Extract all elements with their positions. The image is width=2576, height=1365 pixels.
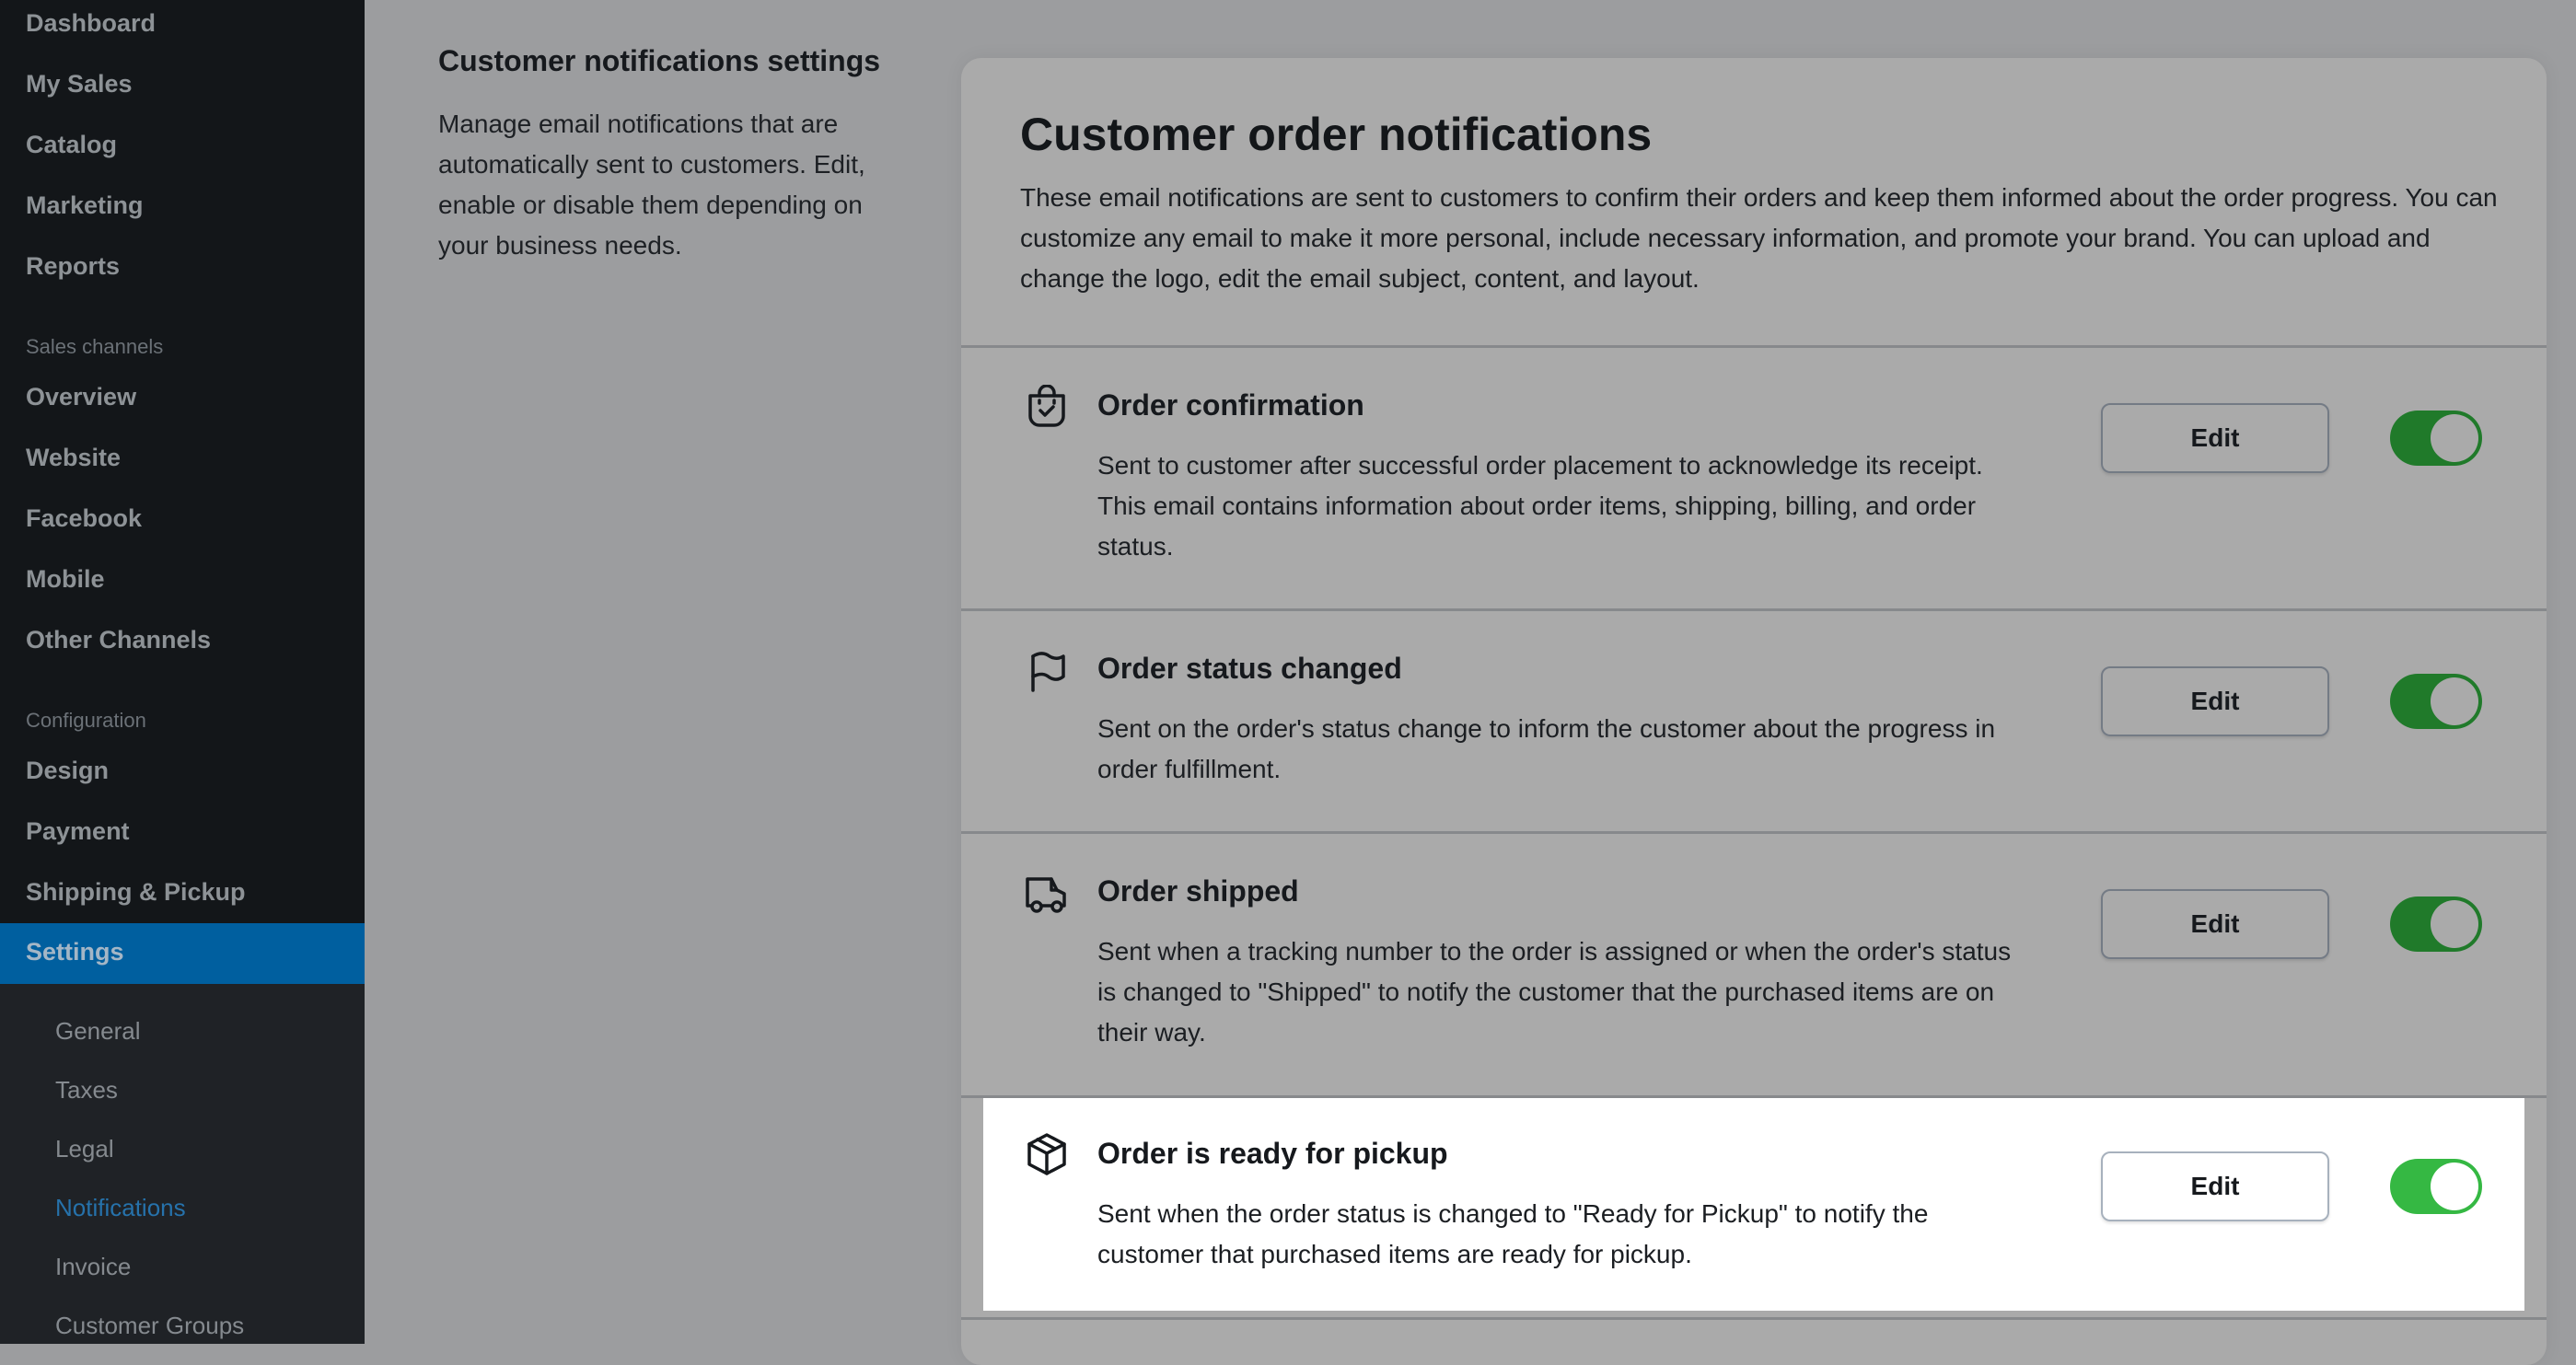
notification-description: Sent to customer after successful order … [1097, 451, 1983, 561]
toggle-knob [2431, 1163, 2478, 1210]
settings-subnav: General Taxes Legal Notifications Invoic… [0, 984, 365, 1344]
box-icon [1024, 1131, 1070, 1177]
sidebar-item-overview[interactable]: Overview [26, 383, 136, 411]
notification-title: Order status changed [1097, 652, 1402, 685]
sidebar-item-shipping-pickup[interactable]: Shipping & Pickup [26, 878, 246, 907]
shopping-bag-check-icon [1024, 385, 1070, 431]
subnav-item-taxes[interactable]: Taxes [55, 1076, 118, 1105]
notification-row-order-shipped: Order shipped Sent when a tracking numbe… [961, 834, 2547, 1095]
subnav-item-invoice[interactable]: Invoice [55, 1253, 131, 1281]
sidebar-item-my-sales[interactable]: My Sales [26, 70, 133, 98]
sidebar-item-reports[interactable]: Reports [26, 252, 120, 281]
truck-icon [1024, 871, 1070, 917]
enable-toggle[interactable] [2390, 1159, 2482, 1214]
subnav-item-general[interactable]: General [55, 1017, 141, 1046]
sidebar-item-other-channels[interactable]: Other Channels [26, 626, 211, 654]
section-description: Manage email notifications that are auto… [438, 110, 865, 260]
sidebar-item-design[interactable]: Design [26, 757, 109, 785]
enable-toggle[interactable] [2390, 411, 2482, 466]
sidebar-item-payment[interactable]: Payment [26, 817, 130, 846]
sidebar: Dashboard My Sales Catalog Marketing Rep… [0, 0, 365, 1344]
sidebar-item-website[interactable]: Website [26, 444, 121, 472]
flag-icon [1024, 648, 1070, 694]
toggle-knob [2431, 677, 2478, 725]
sidebar-section-configuration: Configuration [26, 709, 146, 732]
card-description: These email notifications are sent to cu… [1020, 183, 2498, 293]
subnav-item-legal[interactable]: Legal [55, 1135, 114, 1163]
notification-description: Sent when the order status is changed to… [1097, 1199, 1929, 1268]
sidebar-item-settings[interactable]: Settings [0, 923, 365, 984]
sidebar-item-catalog[interactable]: Catalog [26, 131, 117, 159]
sidebar-item-mobile[interactable]: Mobile [26, 565, 105, 594]
notification-row-order-confirmation: Order confirmation Sent to customer afte… [961, 348, 2547, 608]
sidebar-item-dashboard[interactable]: Dashboard [26, 9, 156, 38]
notification-title: Order is ready for pickup [1097, 1137, 1448, 1170]
subnav-item-notifications[interactable]: Notifications [55, 1194, 186, 1222]
enable-toggle[interactable] [2390, 897, 2482, 952]
sidebar-item-marketing[interactable]: Marketing [26, 191, 144, 220]
notification-row-order-status-changed: Order status changed Sent on the order's… [961, 611, 2547, 831]
sidebar-item-settings-label: Settings [26, 938, 124, 966]
toggle-knob [2431, 900, 2478, 948]
notification-description: Sent on the order's status change to inf… [1097, 714, 1996, 783]
subnav-item-customer-groups[interactable]: Customer Groups [55, 1312, 244, 1340]
sidebar-item-facebook[interactable]: Facebook [26, 504, 142, 533]
sidebar-section-sales-channels: Sales channels [26, 335, 164, 358]
notification-description: Sent when a tracking number to the order… [1097, 937, 2012, 1047]
toggle-knob [2431, 414, 2478, 462]
notification-title: Order confirmation [1097, 388, 1364, 422]
notification-title: Order shipped [1097, 874, 1299, 908]
edit-button[interactable]: Edit [2101, 403, 2329, 473]
enable-toggle[interactable] [2390, 674, 2482, 729]
edit-button[interactable]: Edit [2101, 666, 2329, 736]
section-title: Customer notifications settings [438, 44, 881, 77]
divider [961, 1317, 2547, 1320]
notification-row-order-ready-for-pickup: Order is ready for pickup Sent when the … [983, 1098, 2524, 1311]
edit-button[interactable]: Edit [2101, 1151, 2329, 1221]
card-title: Customer order notifications [1020, 109, 1653, 160]
edit-button[interactable]: Edit [2101, 889, 2329, 959]
